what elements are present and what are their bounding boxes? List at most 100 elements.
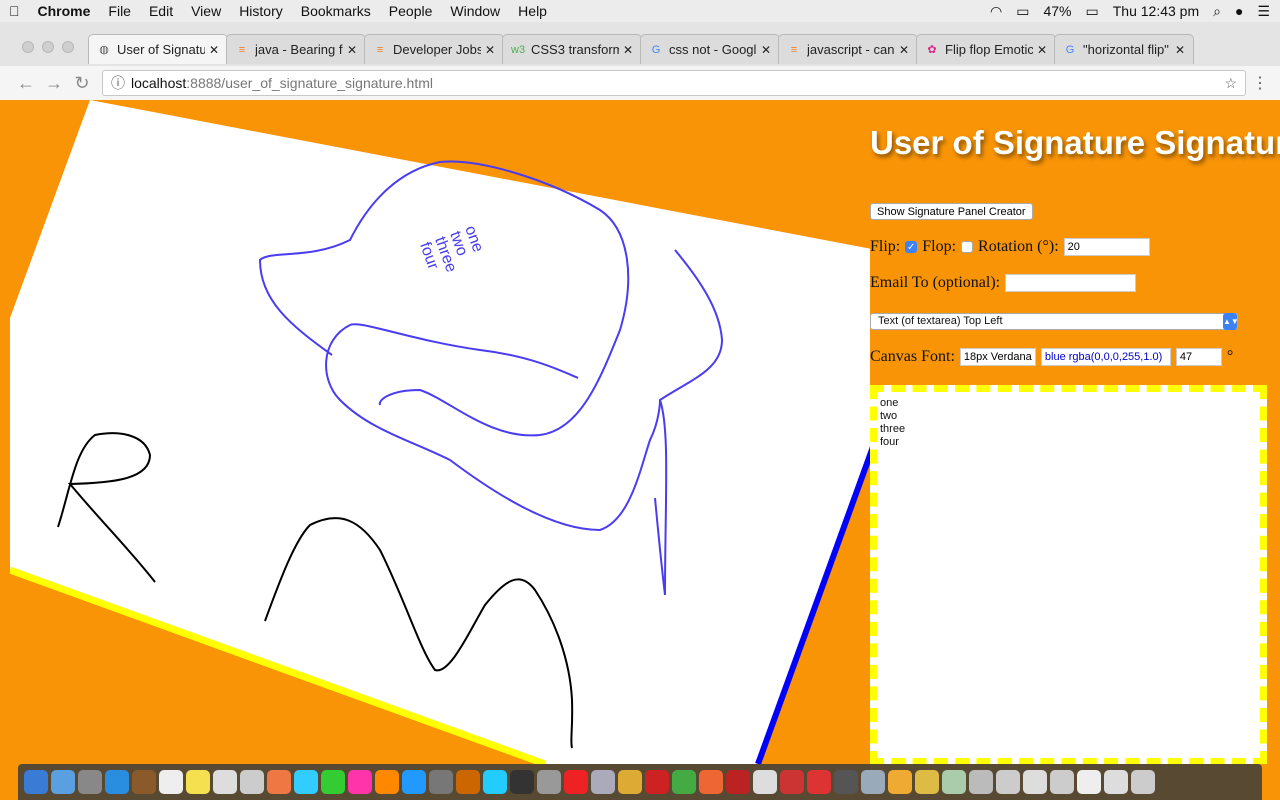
tab[interactable]: Gcss not - Googl ✕ [640,34,780,64]
menu-edit[interactable]: Edit [149,3,173,19]
show-signature-panel-button[interactable]: Show Signature Panel Creator [870,203,1033,220]
clock[interactable]: Thu 12:43 pm [1113,3,1199,20]
dock-app-icon[interactable] [564,770,588,794]
dock-app-icon[interactable] [375,770,399,794]
dock-app-icon[interactable] [429,770,453,794]
dock-app-icon[interactable] [996,770,1020,794]
menu-people[interactable]: People [389,3,433,19]
dock-app-icon[interactable] [132,770,156,794]
close-tab-icon[interactable]: ✕ [761,43,771,57]
dock-app-icon[interactable] [915,770,939,794]
info-icon[interactable]: ⓘ [111,73,125,93]
battery-icon[interactable]: ▭ [1086,3,1099,20]
close-tab-icon[interactable]: ✕ [623,43,633,57]
dock-app-icon[interactable] [1077,770,1101,794]
dock-app-icon[interactable] [348,770,372,794]
dock-app-icon[interactable] [294,770,318,794]
minimize-window-button[interactable] [42,41,54,53]
dock-app-icon[interactable] [321,770,345,794]
dock-app-icon[interactable] [213,770,237,794]
menu-bookmarks[interactable]: Bookmarks [301,3,371,19]
dock-app-icon[interactable] [861,770,885,794]
email-input[interactable] [1005,274,1137,292]
dock-app-icon[interactable] [1104,770,1128,794]
flip-checkbox[interactable]: ✓ [905,241,918,253]
tab[interactable]: w3 CSS3 transform ✕ [502,34,642,64]
dock-app-icon[interactable] [753,770,777,794]
dock-app-icon[interactable] [726,770,750,794]
notification-center-icon[interactable]: ☰ [1257,3,1270,20]
battery-percent[interactable]: 47% [1043,3,1071,20]
font-input[interactable] [959,348,1036,366]
stackoverflow-icon: ≡ [238,43,246,56]
dock-app-icon[interactable] [105,770,129,794]
dock-app-icon[interactable] [591,770,615,794]
airplay-icon[interactable]: ▭ [1016,3,1029,20]
flop-checkbox[interactable] [961,241,974,253]
siri-icon[interactable]: ● [1235,3,1243,20]
close-tab-icon[interactable]: ✕ [209,43,219,57]
close-tab-icon[interactable]: ✕ [347,43,357,57]
rotation-input[interactable] [1063,238,1150,256]
menu-app[interactable]: Chrome [38,3,91,19]
color-input[interactable] [1040,348,1171,366]
dock-app-icon[interactable] [699,770,723,794]
dock-app-icon[interactable] [510,770,534,794]
dock-app-icon[interactable] [1050,770,1074,794]
wifi-icon[interactable]: ◠ [990,3,1002,20]
tab[interactable]: ≡ java - Bearing f ✕ [226,34,366,64]
dock-app-icon[interactable] [51,770,75,794]
dock-app-icon[interactable] [240,770,264,794]
reload-icon[interactable]: ↻ [68,73,96,94]
close-tab-icon[interactable]: ✕ [1037,43,1047,57]
tab-title: css not - Googl [669,42,757,57]
text-position-select[interactable]: Text (of textarea) Top Left ▲▼ [870,313,1239,330]
dock-app-icon[interactable] [780,770,804,794]
dock-app-icon[interactable] [78,770,102,794]
close-tab-icon[interactable]: ✕ [485,43,495,57]
dock-app-icon[interactable] [618,770,642,794]
dock-app-icon[interactable] [159,770,183,794]
angle-input[interactable] [1175,348,1222,366]
dock-app-icon[interactable] [267,770,291,794]
menu-view[interactable]: View [191,3,221,19]
menu-history[interactable]: History [239,3,283,19]
dock-app-icon[interactable] [1131,770,1155,794]
tab[interactable]: ≡ Developer Jobs ✕ [364,34,504,64]
tab[interactable]: ≡ javascript - can ✕ [778,34,918,64]
menu-help[interactable]: Help [518,3,547,19]
tab-title: javascript - can [807,42,895,57]
tab[interactable]: ◍ User of Signatu ✕ [88,34,228,64]
tab[interactable]: ✿ Flip flop Emotic ✕ [916,34,1056,64]
back-icon[interactable]: ← [12,73,40,94]
dock-app-icon[interactable] [483,770,507,794]
dock-app-icon[interactable] [456,770,480,794]
close-tab-icon[interactable]: ✕ [899,43,909,57]
menu-kebab-icon[interactable]: ⋮ [1252,73,1268,93]
menu-file[interactable]: File [108,3,131,19]
close-window-button[interactable] [22,41,34,53]
dock-app-icon[interactable] [672,770,696,794]
dock-app-icon[interactable] [1023,770,1047,794]
dock-app-icon[interactable] [969,770,993,794]
dock-app-icon[interactable] [834,770,858,794]
zoom-window-button[interactable] [62,41,74,53]
bookmark-star-icon[interactable]: ☆ [1224,75,1237,92]
spotlight-icon[interactable]: ⌕ [1213,3,1221,20]
address-bar[interactable]: ⓘ localhost:8888/user_of_signature_signa… [102,70,1246,96]
dock-app-icon[interactable] [402,770,426,794]
dock-app-icon[interactable] [942,770,966,794]
dock-app-icon[interactable] [24,770,48,794]
dock-app-icon[interactable] [186,770,210,794]
signature-canvas[interactable]: one two three four [10,100,870,764]
dock-app-icon[interactable] [888,770,912,794]
dock-app-icon[interactable] [645,770,669,794]
apple-icon[interactable]:  [9,3,20,19]
menu-window[interactable]: Window [450,3,500,19]
tab[interactable]: G "horizontal flip" ✕ [1054,34,1194,64]
signature-textarea[interactable]: one two three four [870,385,1267,764]
dock-app-icon[interactable] [807,770,831,794]
forward-icon[interactable]: → [40,73,68,94]
close-tab-icon[interactable]: ✕ [1175,43,1185,57]
dock-app-icon[interactable] [537,770,561,794]
